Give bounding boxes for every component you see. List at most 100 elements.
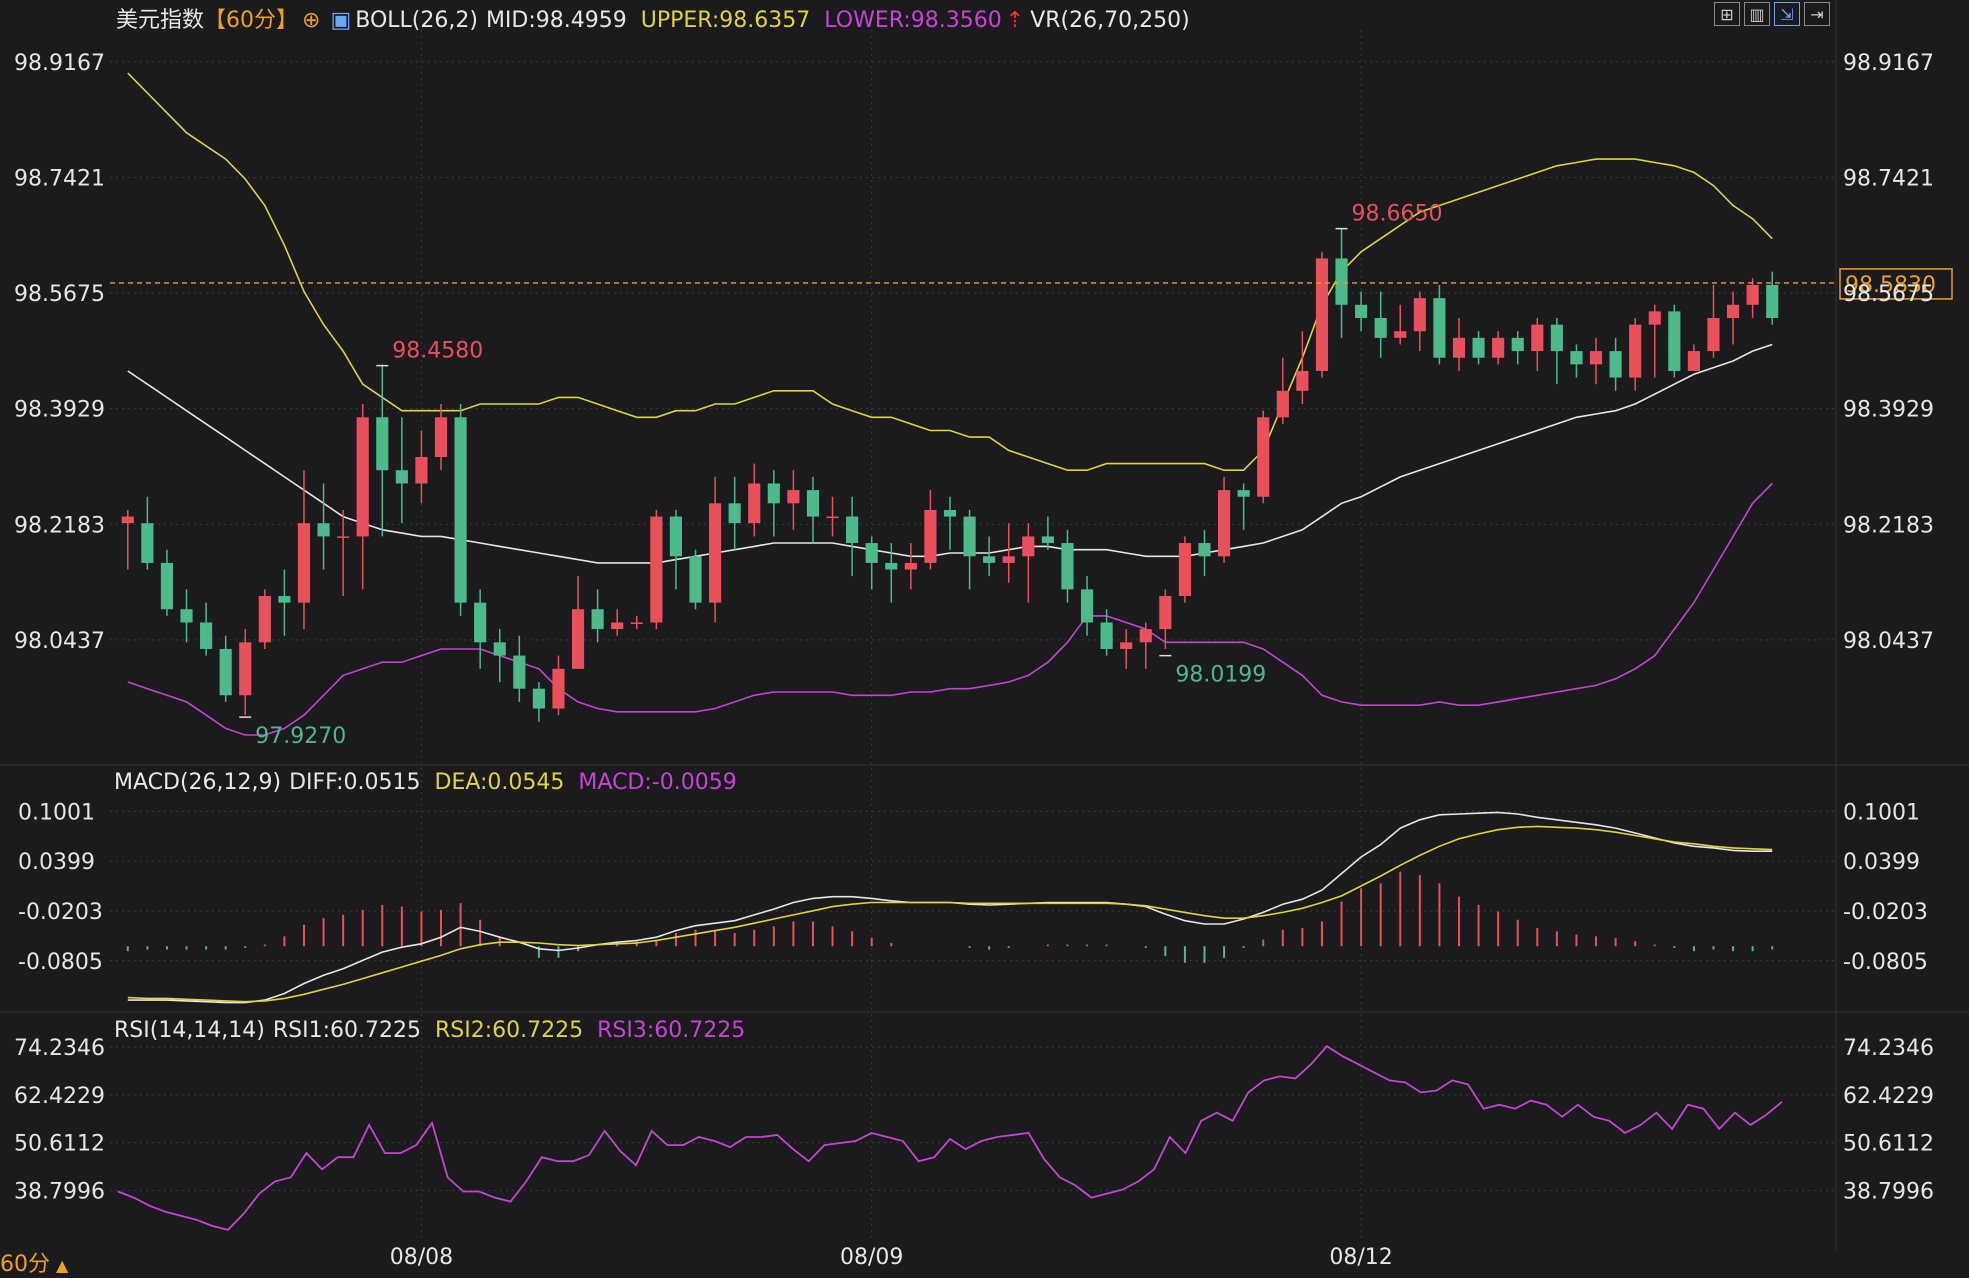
candle [1492, 331, 1505, 365]
candle [1609, 337, 1622, 391]
high-label: 98.6650 [1352, 202, 1443, 227]
candle-body [121, 516, 134, 524]
macd-tick-label-right: 0.0399 [1843, 850, 1920, 875]
candle [1394, 304, 1407, 345]
symbol-title: 美元指数 [116, 8, 205, 33]
candle [1002, 523, 1015, 583]
price-tick-label-right: 98.7421 [1843, 167, 1934, 192]
candle [1531, 318, 1544, 371]
candle [1120, 629, 1133, 669]
candle-body [1609, 351, 1622, 378]
macd-dea: DEA:0.0545 [434, 770, 565, 795]
candle-body [1707, 318, 1720, 352]
boll-lower: LOWER:98.3560 [824, 8, 1002, 33]
boll-mid: MID:98.4959 [485, 8, 627, 33]
candle [1041, 516, 1054, 550]
candle-body [1218, 490, 1231, 557]
candle [826, 496, 839, 537]
high-label: 98.4580 [392, 339, 483, 364]
triangle-up-icon[interactable]: ▲ [56, 1256, 68, 1275]
candle [493, 629, 506, 683]
boll-label[interactable]: BOLL(26,2) [355, 8, 478, 33]
candle [1746, 278, 1759, 318]
candle-body [1061, 543, 1074, 590]
price-tick-label-left: 98.3929 [14, 398, 105, 423]
candle [121, 509, 134, 570]
candle [1218, 476, 1231, 563]
candle-body [434, 417, 448, 457]
candle-body [611, 622, 624, 630]
candle-body [1511, 337, 1524, 352]
macd-header: MACD(26,12,9) DIFF:0.0515 DEA:0.0545 MACD:-… [114, 770, 751, 795]
candle [1198, 529, 1211, 577]
candle [1139, 622, 1152, 669]
macd-label[interactable]: MACD(26,12,9) [114, 770, 281, 795]
rsi-tick-label-left: 38.7996 [14, 1179, 105, 1204]
price-tick-label-left: 98.0437 [14, 629, 105, 654]
boll-upper: UPPER:98.6357 [640, 8, 811, 33]
date-tick-label: 08/09 [840, 1245, 903, 1270]
chart-type-icon[interactable]: ▣ [330, 8, 351, 33]
candle-body [1492, 337, 1505, 358]
vr-label[interactable]: VR(26,70,250) [1030, 8, 1189, 33]
rsi-label[interactable]: RSI(14,14,14) [114, 1018, 265, 1043]
arrow-up-icon[interactable]: ⇡ [1006, 8, 1024, 33]
candle [376, 364, 389, 537]
candle [689, 549, 702, 610]
candle-body [1589, 351, 1603, 365]
expand-tool-icon[interactable]: ⇥ [1804, 2, 1830, 26]
period-footer[interactable]: 60分 ▲ [0, 1246, 82, 1278]
candle [846, 496, 859, 577]
candle-body [1394, 331, 1407, 338]
rsi3-value: RSI3:60.7225 [597, 1018, 746, 1043]
candle [1550, 318, 1563, 385]
chart-mode-icon[interactable]: ⇲ [1774, 2, 1800, 26]
candle-body [630, 622, 643, 624]
candle-body [1080, 589, 1094, 623]
candle [434, 404, 448, 471]
settings-icon[interactable]: ⊕ [302, 8, 320, 33]
candle-body [1296, 370, 1309, 391]
macd-diff-line [127, 811, 1773, 1004]
rsi-tick-label-right: 62.4229 [1843, 1084, 1934, 1109]
candle [1707, 284, 1720, 358]
candle-body [513, 655, 526, 689]
candle [1589, 337, 1603, 385]
candle-body [493, 642, 506, 656]
candle-body [395, 470, 408, 484]
macd-tick-label-right: 0.1001 [1843, 800, 1920, 825]
candle [1413, 291, 1426, 352]
candle-body [1335, 258, 1348, 305]
rsi1-value: RSI1:60.7225 [272, 1018, 421, 1043]
candle [591, 589, 604, 643]
candle-body [1746, 284, 1759, 305]
macd-panel [126, 811, 1774, 1004]
candle [239, 629, 252, 716]
period-tag[interactable]: 【60分】 [204, 8, 298, 33]
grid-tool-icon[interactable]: ▥ [1744, 2, 1770, 26]
macd-tick-label-right: -0.0203 [1843, 900, 1928, 925]
candle-body [532, 688, 545, 709]
chart-canvas[interactable]: 98.583098.458098.665097.927098.0199 98.9… [0, 0, 1969, 1276]
candle-body [200, 622, 213, 649]
candle [1648, 304, 1661, 378]
candle-body [806, 490, 820, 517]
candle [160, 549, 174, 616]
rsi-tick-label-left: 74.2346 [14, 1036, 105, 1061]
candle-body [1041, 536, 1054, 544]
candle [1629, 318, 1642, 391]
candle [297, 470, 311, 630]
candle-body [160, 562, 174, 610]
candle [983, 536, 996, 577]
crosshair-tool-icon[interactable]: ⊞ [1714, 2, 1740, 26]
grid-layer [0, 0, 1969, 1250]
candle-body [297, 523, 311, 603]
candle-body [317, 523, 330, 537]
bollinger-bands [127, 72, 1773, 736]
rsi-tick-label-right: 74.2346 [1843, 1036, 1934, 1061]
candle [180, 589, 193, 643]
candle [552, 655, 565, 716]
candle [454, 404, 467, 616]
rsi-tick-label-right: 38.7996 [1843, 1179, 1934, 1204]
axis-labels: 98.9167 98.9167 98.7421 98.7421 98.5675 98.56… [14, 51, 1934, 1270]
